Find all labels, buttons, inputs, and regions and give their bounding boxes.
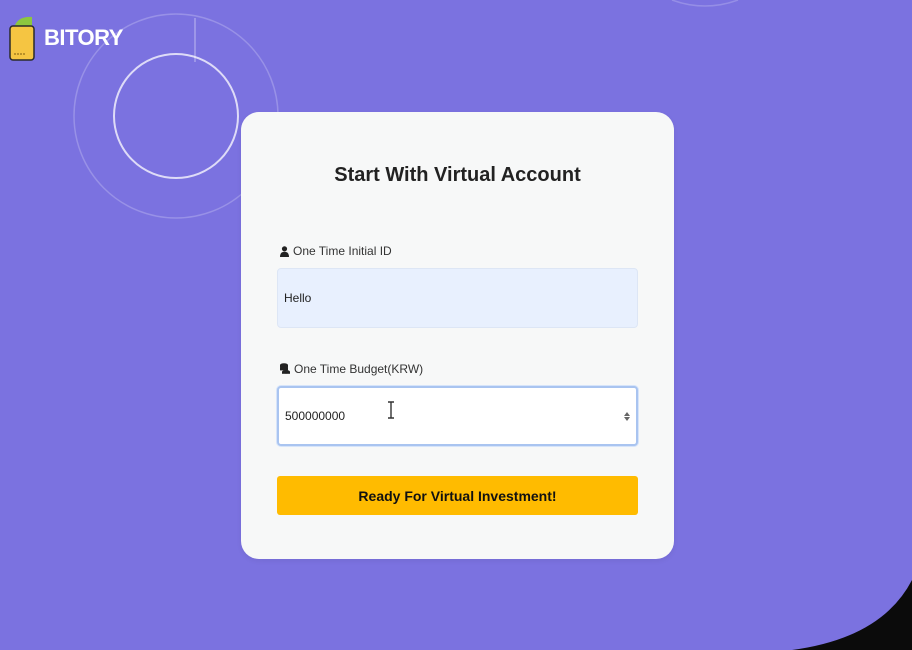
id-label-text: One Time Initial ID	[293, 244, 392, 258]
decor-ring-small	[113, 53, 239, 179]
coins-icon	[280, 363, 290, 374]
corner-decoration	[792, 580, 912, 650]
budget-label-text: One Time Budget(KRW)	[294, 362, 424, 376]
brand-name: BITORY	[44, 25, 123, 50]
login-card: Start With Virtual Account One Time Init…	[241, 112, 674, 559]
id-field-label: One Time Initial ID	[280, 244, 392, 258]
budget-input[interactable]	[277, 386, 638, 446]
number-spinner-icon[interactable]	[623, 405, 631, 427]
user-icon	[280, 245, 289, 257]
decor-arc-top	[671, 0, 739, 7]
spinner-down-icon[interactable]	[624, 416, 630, 421]
text-cursor-icon	[388, 401, 394, 419]
spinner-up-icon[interactable]	[624, 411, 630, 416]
brand[interactable]: BITORY	[8, 14, 123, 62]
budget-field-label: One Time Budget(KRW)	[280, 362, 423, 376]
initial-id-input[interactable]	[277, 268, 638, 328]
wallet-logo-icon	[9, 16, 35, 61]
submit-button[interactable]: Ready For Virtual Investment!	[277, 476, 638, 515]
card-title: Start With Virtual Account	[334, 164, 581, 186]
